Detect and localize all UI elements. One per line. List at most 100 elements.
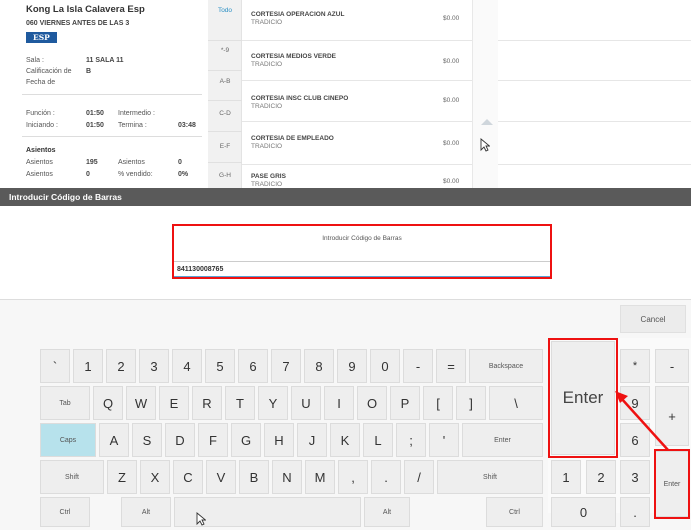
key-backslash[interactable]: \ xyxy=(489,386,543,420)
ticket-row[interactable]: CORTESIA OPERACION AZUL TRADICIO $0.00 xyxy=(242,0,472,40)
ticket-type: TRADICIO xyxy=(251,19,283,26)
enter-highlight-box xyxy=(548,338,618,458)
ticket-type: TRADICIO xyxy=(251,143,283,150)
key-i[interactable]: I xyxy=(324,386,354,420)
numpad-multiply[interactable]: * xyxy=(620,349,650,383)
key-caps-lock[interactable]: Caps xyxy=(40,423,96,457)
rating-value: B xyxy=(86,68,92,75)
iniciando-row: Iniciando : 01:50 Termina : 03:48 xyxy=(26,122,196,129)
key-v[interactable]: V xyxy=(206,460,236,494)
key-quote[interactable]: ' xyxy=(429,423,459,457)
key-left-ctrl[interactable]: Ctrl xyxy=(40,497,90,527)
numpad-2[interactable]: 2 xyxy=(586,460,616,494)
divider xyxy=(22,94,202,95)
key-e[interactable]: E xyxy=(159,386,189,420)
key-j[interactable]: J xyxy=(297,423,327,457)
asientos-value: 0 xyxy=(86,171,90,178)
key-2[interactable]: 2 xyxy=(106,349,136,383)
ticket-row[interactable]: CORTESIA MEDIOS VERDE TRADICIO $0.00 xyxy=(242,41,472,80)
key-right-alt[interactable]: Alt xyxy=(364,497,410,527)
ticket-price: $0.00 xyxy=(443,58,460,65)
key-period[interactable]: . xyxy=(371,460,401,494)
date-label: Fecha de xyxy=(26,79,56,86)
key-6[interactable]: 6 xyxy=(238,349,268,383)
filter-e-f[interactable]: E-F xyxy=(208,143,242,150)
key-k[interactable]: K xyxy=(330,423,360,457)
scroll-up-icon[interactable] xyxy=(481,119,493,125)
key-right-ctrl[interactable]: Ctrl xyxy=(486,497,543,527)
filter-star-9[interactable]: *-9 xyxy=(208,47,242,54)
key-comma[interactable]: , xyxy=(338,460,368,494)
numpad-1[interactable]: 1 xyxy=(551,460,581,494)
filter-g-h[interactable]: G-H xyxy=(208,172,242,179)
key-a[interactable]: A xyxy=(99,423,129,457)
key-backspace[interactable]: Backspace xyxy=(469,349,543,383)
key-9[interactable]: 9 xyxy=(337,349,367,383)
ticket-row[interactable]: PASE GRIS TRADICIO $0.00 xyxy=(242,165,472,188)
numpad-3[interactable]: 3 xyxy=(620,460,650,494)
divider xyxy=(208,100,242,101)
asientos-value: 0 xyxy=(178,159,182,166)
key-0[interactable]: 0 xyxy=(370,349,400,383)
barcode-entry-box: Introducir Código de Barras xyxy=(172,224,552,279)
key-x[interactable]: X xyxy=(140,460,170,494)
key-u[interactable]: U xyxy=(291,386,321,420)
key-n[interactable]: N xyxy=(272,460,302,494)
key-f[interactable]: F xyxy=(198,423,228,457)
key-q[interactable]: Q xyxy=(93,386,123,420)
key-b[interactable]: B xyxy=(239,460,269,494)
key-slash[interactable]: / xyxy=(404,460,434,494)
key-d[interactable]: D xyxy=(165,423,195,457)
key-t[interactable]: T xyxy=(225,386,255,420)
asientos-row-1: Asientos 195 Asientos 0 xyxy=(26,159,182,166)
language-badge: ESP xyxy=(26,32,57,43)
key-backtick[interactable]: ` xyxy=(40,349,70,383)
key-w[interactable]: W xyxy=(126,386,156,420)
dialog-title-bar: Introducir Código de Barras xyxy=(0,188,691,206)
ticket-price: $0.00 xyxy=(443,97,460,104)
key-right-bracket[interactable]: ] xyxy=(456,386,486,420)
barcode-input[interactable] xyxy=(174,261,550,277)
key-z[interactable]: Z xyxy=(107,460,137,494)
key-enter[interactable]: Enter xyxy=(462,423,543,457)
divider xyxy=(498,80,691,81)
key-left-alt[interactable]: Alt xyxy=(121,497,171,527)
key-r[interactable]: R xyxy=(192,386,222,420)
key-h[interactable]: H xyxy=(264,423,294,457)
key-semicolon[interactable]: ; xyxy=(396,423,426,457)
funcion-row: Función : 01:50 Intermedio : xyxy=(26,110,155,117)
key-left-shift[interactable]: Shift xyxy=(40,460,104,494)
numpad-minus[interactable]: - xyxy=(655,349,689,383)
ticket-row[interactable]: CORTESIA INSC CLUB CINEPO TRADICIO $0.00 xyxy=(242,81,472,121)
key-left-bracket[interactable]: [ xyxy=(423,386,453,420)
filter-a-b[interactable]: A-B xyxy=(208,78,242,85)
key-equals[interactable]: = xyxy=(436,349,466,383)
ticket-price: $0.00 xyxy=(443,15,460,22)
key-1[interactable]: 1 xyxy=(73,349,103,383)
asientos-row-2: Asientos 0 % vendido: 0% xyxy=(26,171,188,178)
sala-label: Sala : xyxy=(26,57,44,64)
ticket-row[interactable]: CORTESIA DE EMPLEADO TRADICIO $0.00 xyxy=(242,122,472,164)
key-y[interactable]: Y xyxy=(258,386,288,420)
key-8[interactable]: 8 xyxy=(304,349,334,383)
key-s[interactable]: S xyxy=(132,423,162,457)
ticket-scrollbar[interactable] xyxy=(472,0,498,188)
cancel-button[interactable]: Cancel xyxy=(620,305,686,333)
key-5[interactable]: 5 xyxy=(205,349,235,383)
key-c[interactable]: C xyxy=(173,460,203,494)
filter-c-d[interactable]: C-D xyxy=(208,110,242,117)
numpad-decimal[interactable]: . xyxy=(620,497,650,527)
numpad-0[interactable]: 0 xyxy=(551,497,616,527)
key-minus[interactable]: - xyxy=(403,349,433,383)
filter-todo[interactable]: Todo xyxy=(208,7,242,14)
key-p[interactable]: P xyxy=(390,386,420,420)
key-l[interactable]: L xyxy=(363,423,393,457)
key-m[interactable]: M xyxy=(305,460,335,494)
key-o[interactable]: O xyxy=(357,386,387,420)
key-3[interactable]: 3 xyxy=(139,349,169,383)
key-tab[interactable]: Tab xyxy=(40,386,90,420)
key-4[interactable]: 4 xyxy=(172,349,202,383)
key-7[interactable]: 7 xyxy=(271,349,301,383)
key-g[interactable]: G xyxy=(231,423,261,457)
key-right-shift[interactable]: Shift xyxy=(437,460,543,494)
